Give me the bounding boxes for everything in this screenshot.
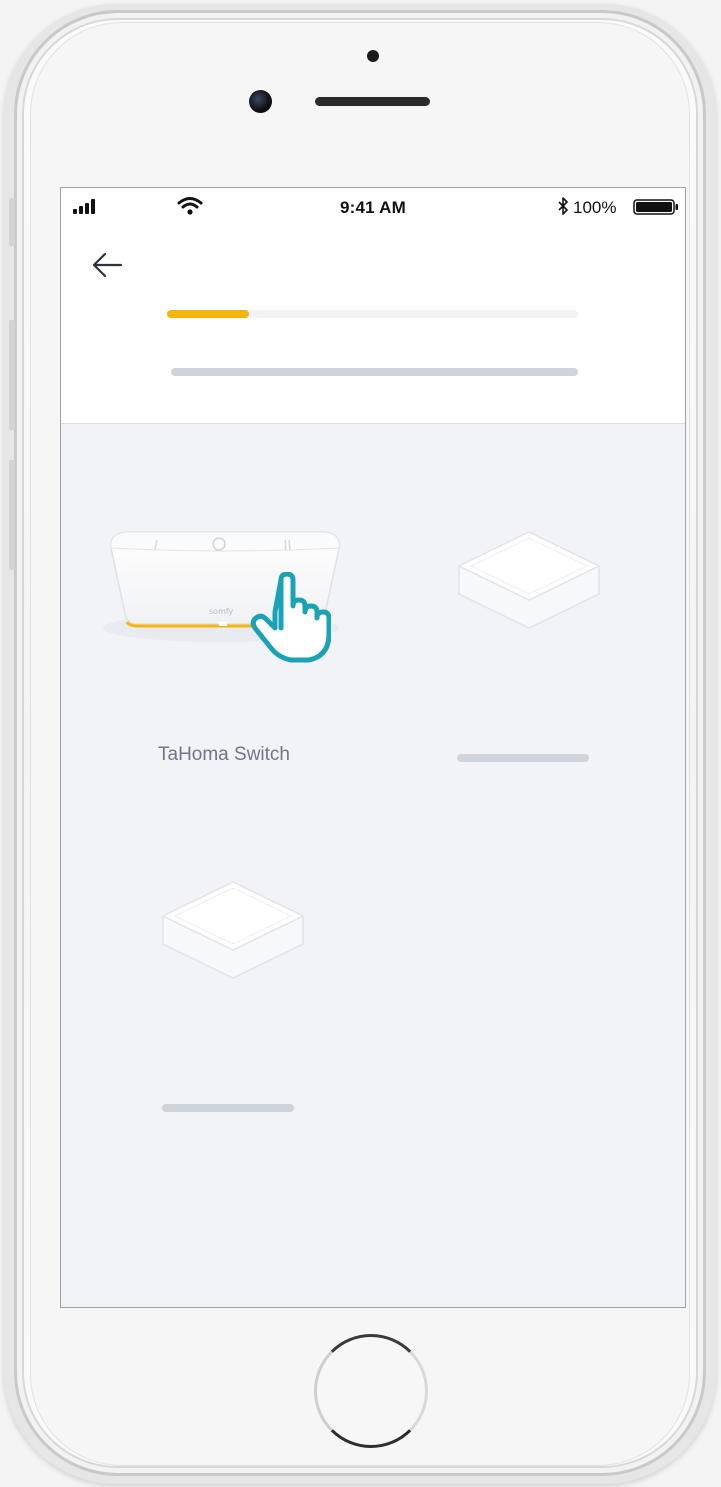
battery-icon — [633, 199, 678, 215]
volume-up-button — [9, 320, 15, 430]
back-button[interactable] — [89, 248, 125, 282]
progress-fill — [167, 310, 250, 318]
app-screen: 9:41 AM 100% somfy TaHoma Switch — [60, 187, 686, 1308]
device-box-image — [161, 881, 305, 979]
arrow-left-icon — [92, 252, 123, 278]
device-label-placeholder-1 — [457, 754, 589, 762]
progress-bar — [167, 310, 578, 318]
device-label-placeholder-2 — [162, 1104, 294, 1112]
device-label-tahoma-switch: TaHoma Switch — [158, 744, 290, 765]
title-placeholder — [171, 368, 578, 376]
wizard-header — [61, 226, 685, 424]
phone-frame: 9:41 AM 100% somfy TaHoma Switch — [0, 0, 721, 1487]
device-option-placeholder-1[interactable] — [449, 524, 609, 644]
device-option-tahoma-switch[interactable]: somfy — [99, 518, 349, 668]
device-option-placeholder-2[interactable] — [153, 874, 313, 994]
tap-hand-icon — [250, 572, 331, 663]
somfy-logo: somfy — [209, 607, 234, 616]
bluetooth-icon — [558, 197, 568, 215]
status-bar: 9:41 AM 100% — [61, 188, 685, 226]
battery-percent: 100% — [573, 198, 617, 217]
home-button[interactable] — [314, 1334, 428, 1448]
front-camera — [249, 90, 272, 113]
volume-down-button — [9, 460, 15, 570]
earpiece-speaker — [315, 97, 430, 106]
mute-switch — [9, 198, 15, 246]
proximity-sensor — [367, 50, 379, 62]
device-box-image — [457, 531, 601, 629]
